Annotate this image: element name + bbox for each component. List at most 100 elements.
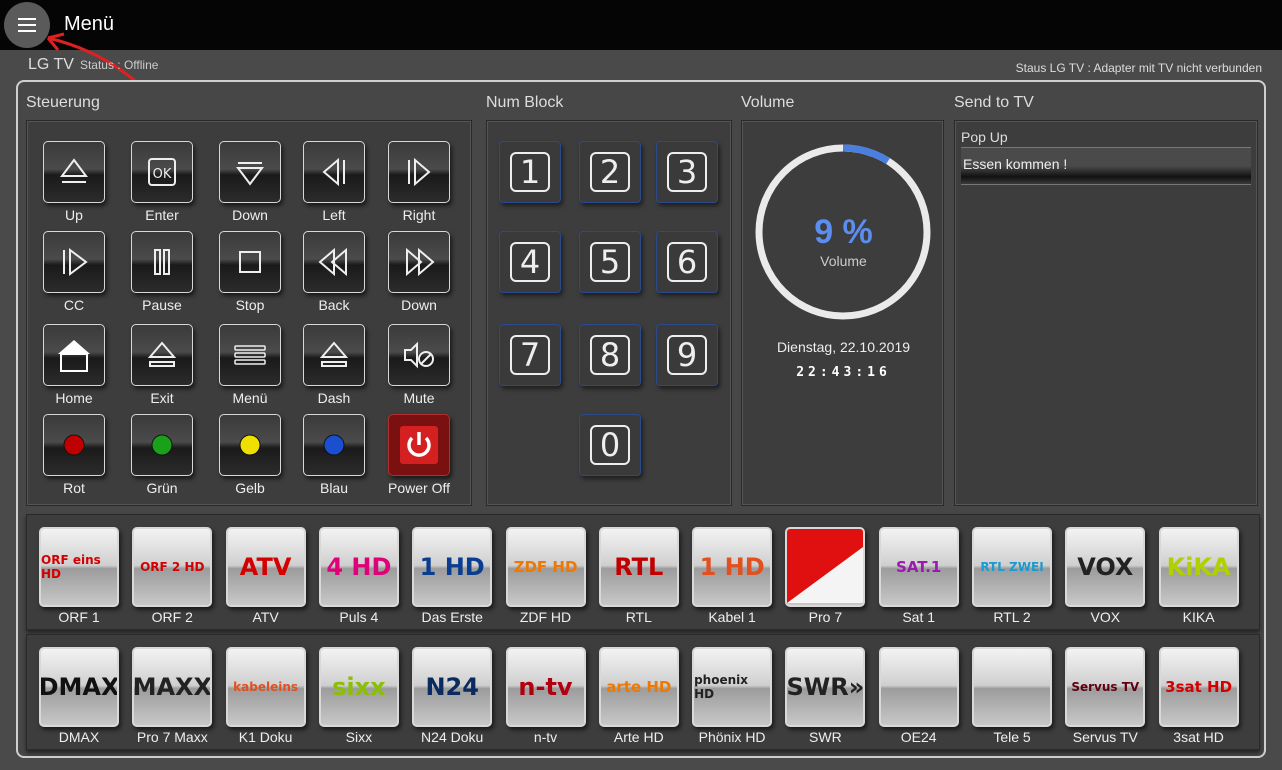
channel-button-sat-1[interactable]: SAT.1 bbox=[878, 527, 959, 607]
channel-label: KIKA bbox=[1182, 609, 1215, 625]
numpad-digit: 7 bbox=[510, 335, 550, 375]
channel-button-3sat-hd[interactable]: 3sat HD bbox=[1158, 647, 1239, 727]
svg-text:OK: OK bbox=[153, 167, 172, 182]
section-numblock: Num Block bbox=[486, 94, 564, 111]
channel-label: Puls 4 bbox=[339, 609, 379, 625]
numpad-key-7[interactable]: 7 bbox=[499, 324, 561, 386]
channel-button-sixx[interactable]: sixx bbox=[318, 647, 399, 727]
control-button-cc[interactable] bbox=[43, 231, 105, 293]
volume-label: Volume bbox=[820, 253, 867, 269]
control-label: Rot bbox=[63, 480, 85, 496]
channel-button-kabel-1[interactable]: 1 HD bbox=[692, 527, 773, 607]
channel-button-zdf-hd[interactable]: ZDF HD bbox=[505, 527, 586, 607]
triangle-right-icon bbox=[401, 154, 437, 190]
channel-button-servus-tv[interactable]: Servus TV bbox=[1065, 647, 1146, 727]
fast-forward-icon bbox=[401, 244, 437, 280]
channel-label: Kabel 1 bbox=[708, 609, 756, 625]
channel-button-atv[interactable]: ATV bbox=[225, 527, 306, 607]
control-button-back[interactable] bbox=[303, 231, 365, 293]
control-button-home[interactable] bbox=[43, 324, 105, 386]
channel-label: Das Erste bbox=[421, 609, 483, 625]
channel-button-n-tv[interactable]: n-tv bbox=[505, 647, 586, 727]
channel-button-puls-4[interactable]: 4 HD bbox=[318, 527, 399, 607]
channel-label: Servus TV bbox=[1072, 729, 1138, 745]
channel-button-das-erste[interactable]: 1 HD bbox=[412, 527, 493, 607]
numpad-digit: 8 bbox=[590, 335, 630, 375]
channel-logo: ORF 2 HD bbox=[140, 560, 205, 574]
numpad-key-9[interactable]: 9 bbox=[656, 324, 718, 386]
control-button-right[interactable] bbox=[388, 141, 450, 203]
channel-button-swr[interactable]: SWR» bbox=[785, 647, 866, 727]
numpad-key-6[interactable]: 6 bbox=[656, 231, 718, 293]
numpad-key-0[interactable]: 0 bbox=[579, 414, 641, 476]
control-label: Down bbox=[232, 207, 268, 223]
channel-label: ATV bbox=[252, 609, 279, 625]
numpad-digit: 4 bbox=[510, 242, 550, 282]
channel-button-pro-7[interactable] bbox=[785, 527, 866, 607]
eject-icon bbox=[316, 337, 352, 373]
control-button-men-[interactable] bbox=[219, 324, 281, 386]
control-button-down[interactable] bbox=[219, 141, 281, 203]
current-date: Dienstag, 22.10.2019 bbox=[776, 339, 911, 355]
channel-button-vox[interactable]: VOX bbox=[1065, 527, 1146, 607]
channel-button-kika[interactable]: KiKA bbox=[1158, 527, 1239, 607]
channel-label: ZDF HD bbox=[519, 609, 572, 625]
channel-button-ph-nix-hd[interactable]: phoenix HD bbox=[692, 647, 773, 727]
ok-icon: OK bbox=[144, 154, 180, 190]
section-send: Send to TV bbox=[954, 94, 1034, 111]
numpad-key-2[interactable]: 2 bbox=[579, 141, 641, 203]
channel-button-arte-hd[interactable]: arte HD bbox=[598, 647, 679, 727]
channel-label: n-tv bbox=[533, 729, 558, 745]
numpad-key-8[interactable]: 8 bbox=[579, 324, 641, 386]
control-button-power-off[interactable] bbox=[388, 414, 450, 476]
channel-button-orf-2[interactable]: ORF 2 HD bbox=[132, 527, 213, 607]
control-button-up[interactable] bbox=[43, 141, 105, 203]
numpad-key-4[interactable]: 4 bbox=[499, 231, 561, 293]
channel-button-n24-doku[interactable]: N24 bbox=[412, 647, 493, 727]
steuerung-panel: Up OK Enter Down Left Right CC Pause Stop Back Dow… bbox=[26, 120, 472, 506]
section-steuerung: Steuerung bbox=[26, 94, 100, 111]
remote-control-panel: Steuerung Num Block Volume Send to TV Up… bbox=[16, 80, 1266, 758]
channel-logo: DMAX bbox=[39, 673, 119, 701]
control-button-down[interactable] bbox=[388, 231, 450, 293]
popup-text-input[interactable]: Essen kommen ! bbox=[961, 147, 1251, 185]
numpad-key-5[interactable]: 5 bbox=[579, 231, 641, 293]
red-dot-icon bbox=[63, 434, 85, 456]
control-label: Home bbox=[55, 390, 93, 406]
control-label: Exit bbox=[150, 390, 174, 406]
triangle-down-icon bbox=[232, 154, 268, 190]
control-button-enter[interactable]: OK bbox=[131, 141, 193, 203]
channel-button-rtl[interactable]: RTL bbox=[598, 527, 679, 607]
channel-label: VOX bbox=[1090, 609, 1121, 625]
channel-logo: RTL bbox=[614, 553, 664, 581]
control-button-left[interactable] bbox=[303, 141, 365, 203]
channel-button-tele-5[interactable] bbox=[972, 647, 1052, 727]
top-bar: Menü bbox=[0, 0, 1282, 50]
channel-button-dmax[interactable]: DMAX bbox=[39, 647, 119, 727]
channel-label: OE24 bbox=[900, 729, 937, 745]
control-button-pause[interactable] bbox=[131, 231, 193, 293]
channel-label: N24 Doku bbox=[421, 729, 484, 745]
numpad-key-1[interactable]: 1 bbox=[499, 141, 561, 203]
control-button-exit[interactable] bbox=[131, 324, 193, 386]
channel-logo: 3sat HD bbox=[1165, 678, 1233, 696]
section-volume: Volume bbox=[741, 94, 795, 111]
numpad-key-3[interactable]: 3 bbox=[656, 141, 718, 203]
channel-button-k1-doku[interactable]: kabeleins bbox=[225, 647, 306, 727]
channel-logo: arte HD bbox=[606, 678, 672, 696]
control-button-stop[interactable] bbox=[219, 231, 281, 293]
control-label: Back bbox=[318, 297, 350, 313]
channel-button-pro-7-maxx[interactable]: MAXX bbox=[132, 647, 213, 727]
control-label: Down bbox=[401, 297, 437, 313]
channel-button-orf-1[interactable]: ORF eins HD bbox=[39, 527, 119, 607]
channel-button-oe24[interactable] bbox=[878, 647, 959, 727]
control-button-dash[interactable] bbox=[303, 324, 365, 386]
control-button-blau[interactable] bbox=[303, 414, 365, 476]
channel-button-rtl-2[interactable]: RTL ZWEI bbox=[972, 527, 1052, 607]
control-button-gelb[interactable] bbox=[219, 414, 281, 476]
control-button-rot[interactable] bbox=[43, 414, 105, 476]
control-button-mute[interactable] bbox=[388, 324, 450, 386]
channel-label: Phönix HD bbox=[698, 729, 766, 745]
control-button-gr-n[interactable] bbox=[131, 414, 193, 476]
channel-row-2: DMAX DMAX MAXX Pro 7 Maxx kabeleins K1 Doku si… bbox=[26, 634, 1260, 750]
